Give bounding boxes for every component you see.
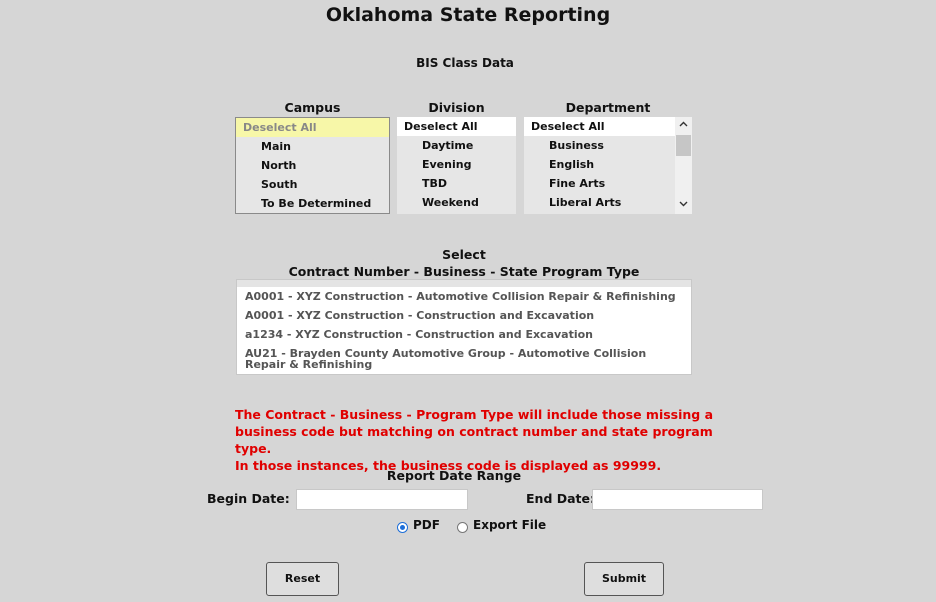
notice-line: The Contract - Business - Program Type w… <box>235 407 714 422</box>
begin-date-input[interactable] <box>296 489 468 510</box>
division-label: Division <box>428 100 485 115</box>
department-label: Department <box>565 100 651 115</box>
division-listbox[interactable]: Deselect All Daytime Evening TBD Weekend <box>397 117 516 214</box>
submit-button[interactable]: Submit <box>584 562 664 596</box>
reset-button[interactable]: Reset <box>266 562 339 596</box>
scrollbar-thumb[interactable] <box>676 135 691 156</box>
page-title: Oklahoma State Reporting <box>325 4 611 26</box>
contract-heading: Select Contract Number - Business - Stat… <box>0 246 928 280</box>
contract-option[interactable]: a1234 - XYZ Construction - Construction … <box>237 325 691 344</box>
division-option-weekend[interactable]: Weekend <box>397 193 516 212</box>
contract-option[interactable]: A0001 - XYZ Construction - Construction … <box>237 306 691 325</box>
end-date-label: End Date: <box>526 491 596 506</box>
division-option-tbd[interactable]: TBD <box>397 174 516 193</box>
campus-option-south[interactable]: South <box>236 175 389 194</box>
contract-option[interactable]: AU21 - Brayden County Automotive Group -… <box>237 344 691 370</box>
notice-line: business code but matching on contract n… <box>235 424 713 456</box>
export-file-radio-label[interactable]: Export File <box>473 518 546 532</box>
contract-list-header-strip <box>237 280 691 287</box>
division-option-evening[interactable]: Evening <box>397 155 516 174</box>
department-option-liberal-arts[interactable]: Liberal Arts <box>524 193 692 212</box>
pdf-radio-label[interactable]: PDF <box>413 518 440 532</box>
campus-option-north[interactable]: North <box>236 156 389 175</box>
division-option-deselect-all[interactable]: Deselect All <box>397 117 516 136</box>
department-option-deselect-all[interactable]: Deselect All <box>524 117 675 136</box>
pdf-radio[interactable] <box>397 522 408 533</box>
page-subtitle: BIS Class Data <box>416 56 514 70</box>
campus-listbox[interactable]: Deselect All Main North South To Be Dete… <box>235 117 390 214</box>
begin-date-label: Begin Date: <box>207 491 290 506</box>
contract-heading-select: Select <box>442 247 486 262</box>
campus-option-deselect-all[interactable]: Deselect All <box>236 118 389 137</box>
campus-option-to-be-determined[interactable]: To Be Determined <box>236 194 389 213</box>
campus-label: Campus <box>284 100 341 115</box>
department-scrollbar[interactable] <box>675 117 692 214</box>
department-option-fine-arts[interactable]: Fine Arts <box>524 174 692 193</box>
division-option-daytime[interactable]: Daytime <box>397 136 516 155</box>
department-option-business[interactable]: Business <box>524 136 692 155</box>
contract-heading-columns: Contract Number - Business - State Progr… <box>288 264 640 279</box>
notice-text: The Contract - Business - Program Type w… <box>235 406 715 474</box>
end-date-input[interactable] <box>592 489 763 510</box>
campus-option-main[interactable]: Main <box>236 137 389 156</box>
export-file-radio[interactable] <box>457 522 468 533</box>
contract-listbox[interactable]: A0001 - XYZ Construction - Automotive Co… <box>236 279 692 375</box>
contract-option[interactable]: A0001 - XYZ Construction - Automotive Co… <box>237 287 691 306</box>
date-range-label: Report Date Range <box>386 468 522 483</box>
department-option-english[interactable]: English <box>524 155 692 174</box>
chevron-up-icon[interactable] <box>675 117 692 134</box>
department-listbox[interactable]: Deselect All Business English Fine Arts … <box>524 117 692 214</box>
chevron-down-icon[interactable] <box>675 197 692 214</box>
